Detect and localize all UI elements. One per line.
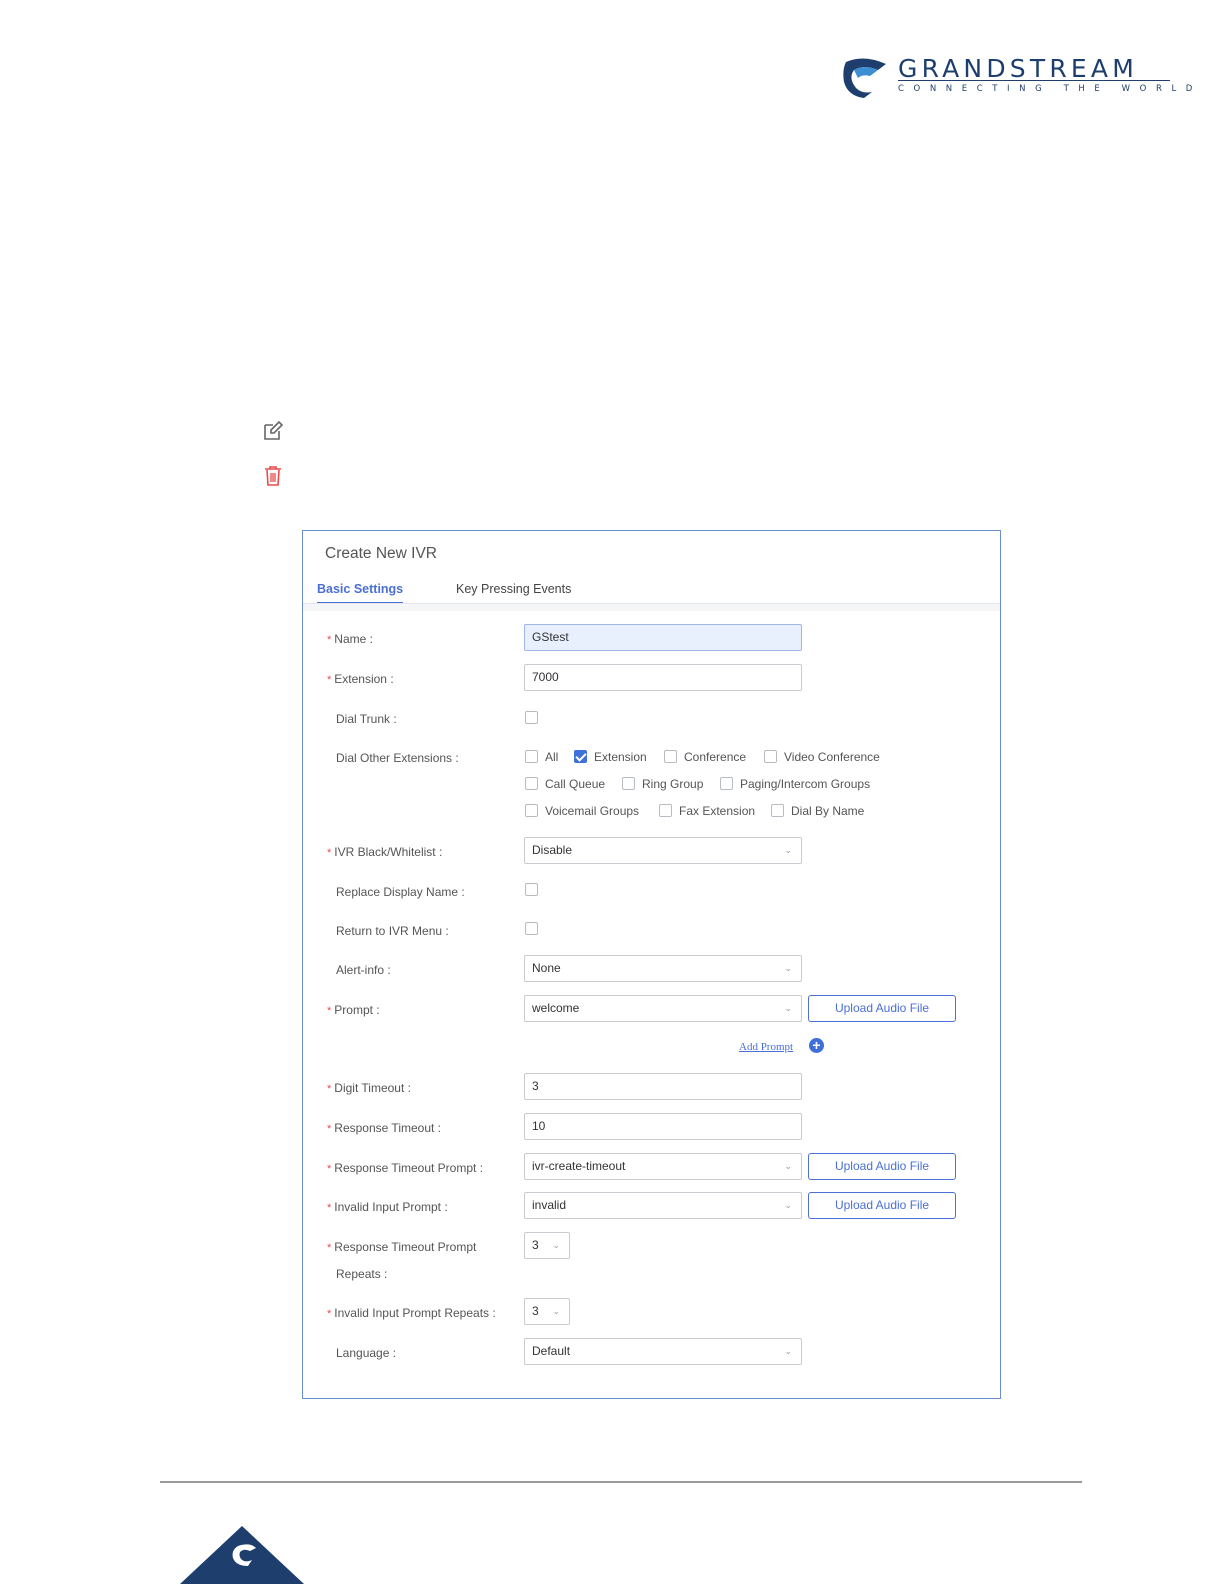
chevron-down-icon: ⌄ [784,845,792,855]
chevron-down-icon: ⌄ [552,1240,560,1250]
edit-icon [264,420,284,440]
ring-group-label: Ring Group [642,777,704,791]
language-value: Default [532,1344,571,1358]
ivr-black-whitelist-value: Disable [532,843,573,857]
replace-display-name-checkbox[interactable] [525,883,538,896]
voicemail-groups-checkbox[interactable] [525,804,538,817]
chevron-down-icon: ⌄ [784,1346,792,1356]
grandstream-footer-logo-icon [180,1526,304,1584]
call-queue-label: Call Queue [545,777,606,791]
digit-timeout-input[interactable]: 3 [524,1073,802,1100]
upload-audio-file-button[interactable]: Upload Audio File [808,1153,956,1180]
invalid-input-prompt-select[interactable]: invalid ⌄ [524,1192,802,1219]
grandstream-logo: GRANDSTREAM CONNECTING THE WORLD [842,54,1192,100]
alert-info-value: None [532,961,561,975]
all-label: All [545,750,559,764]
response-timeout-label: * Response Timeout : [327,1121,442,1135]
name-input[interactable]: GStest [524,624,802,651]
call-queue-checkbox[interactable] [525,777,538,790]
prompt-label: * Prompt : [327,1003,380,1017]
trash-icon [265,466,281,486]
chevron-down-icon: ⌄ [784,1003,792,1013]
invalid-input-prompt-value: invalid [532,1198,567,1212]
extension-input[interactable]: 7000 [524,664,802,691]
dial-other-extensions-label: Dial Other Extensions : [336,751,459,765]
response-timeout-prompt-repeats-value: 3 [532,1238,539,1252]
response-timeout-prompt-repeats-select[interactable]: 3 ⌄ [524,1232,570,1259]
prompt-select[interactable]: welcome ⌄ [524,995,802,1022]
response-timeout-prompt-value: ivr-create-timeout [532,1159,626,1173]
extension-label: * Extension : [327,672,394,686]
brand-tagline: CONNECTING THE WORLD [898,84,1202,94]
ivr-black-whitelist-select[interactable]: Disable ⌄ [524,837,802,864]
digit-timeout-label: * Digit Timeout : [327,1081,411,1095]
paging-intercom-groups-label: Paging/Intercom Groups [740,777,871,791]
invalid-input-prompt-repeats-select[interactable]: 3 ⌄ [524,1298,570,1325]
chevron-down-icon: ⌄ [552,1306,560,1316]
upload-audio-file-button[interactable]: Upload Audio File [808,995,956,1022]
footer-divider [160,1481,1082,1483]
language-label: Language : [336,1346,397,1360]
chevron-down-icon: ⌄ [784,1200,792,1210]
ivr-black-whitelist-label: * IVR Black/Whitelist : [327,845,443,859]
voicemail-groups-label: Voicemail Groups [545,804,640,818]
language-select[interactable]: Default ⌄ [524,1338,802,1365]
invalid-input-prompt-repeats-value: 3 [532,1304,539,1318]
fax-extension-label: Fax Extension [679,804,756,818]
add-prompt-link[interactable]: Add Prompt [739,1041,793,1053]
invalid-input-prompt-repeats-label: * Invalid Input Prompt Repeats : [327,1306,496,1320]
response-timeout-prompt-repeats-label-line2: Repeats : [336,1267,388,1281]
ring-group-checkbox[interactable] [622,777,635,790]
invalid-input-prompt-label: * Invalid Input Prompt : [327,1200,448,1214]
response-timeout-prompt-label: * Response Timeout Prompt : [327,1161,484,1175]
create-ivr-dialog: Create New IVR Basic Settings Key Pressi… [302,530,1001,1399]
brand-name: GRANDSTREAM [898,54,1138,83]
upload-audio-file-button[interactable]: Upload Audio File [808,1192,956,1219]
alert-info-label: Alert-info : [336,963,391,977]
tab-key-pressing-events[interactable]: Key Pressing Events [456,582,571,602]
prompt-value: welcome [532,1001,580,1015]
all-checkbox[interactable] [525,750,538,763]
return-to-ivr-menu-label: Return to IVR Menu : [336,924,449,938]
dial-trunk-checkbox[interactable] [525,711,538,724]
logo-divider [898,80,1170,81]
conference-label: Conference [684,750,747,764]
dial-trunk-label: Dial Trunk : [336,712,397,726]
name-label: * Name : [327,632,373,646]
conference-checkbox[interactable] [664,750,677,763]
grandstream-emblem-icon [843,58,886,98]
alert-info-select[interactable]: None ⌄ [524,955,802,982]
extension-option-label: Extension [594,750,647,764]
return-to-ivr-menu-checkbox[interactable] [525,922,538,935]
chevron-down-icon: ⌄ [784,1161,792,1171]
chevron-down-icon: ⌄ [784,963,792,973]
replace-display-name-label: Replace Display Name : [336,885,465,899]
response-timeout-prompt-repeats-label: * Response Timeout Prompt [327,1240,477,1254]
extension-checkbox[interactable] [574,750,587,763]
dialog-title: Create New IVR [325,545,437,562]
dial-by-name-checkbox[interactable] [771,804,784,817]
response-timeout-prompt-select[interactable]: ivr-create-timeout ⌄ [524,1153,802,1180]
dial-by-name-label: Dial By Name [791,804,865,818]
paging-intercom-groups-checkbox[interactable] [720,777,733,790]
response-timeout-input[interactable]: 10 [524,1113,802,1140]
fax-extension-checkbox[interactable] [659,804,672,817]
add-circle-icon[interactable]: + [809,1038,824,1053]
video-conference-label: Video Conference [784,750,880,764]
video-conference-checkbox[interactable] [764,750,777,763]
tab-basic-settings[interactable]: Basic Settings [317,582,404,604]
